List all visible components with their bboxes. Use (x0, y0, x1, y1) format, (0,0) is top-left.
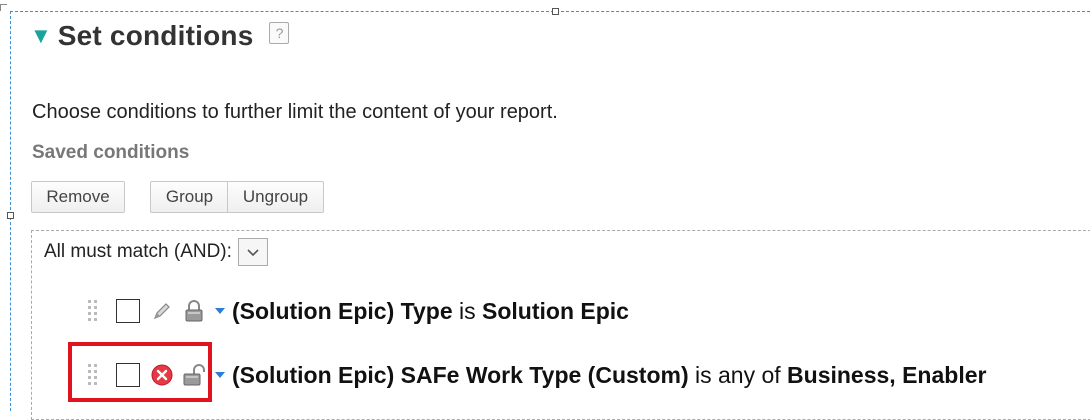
resize-handle-top[interactable] (552, 8, 559, 15)
condition-row: (Solution Epic) SAFe Work Type (Custom) … (84, 357, 986, 393)
section-header[interactable]: ▼ Set conditions ? (30, 18, 290, 54)
section-description: Choose conditions to further limit the c… (32, 101, 558, 123)
condition-field: (Solution Epic) SAFe Work Type (Custom) (232, 361, 689, 388)
condition-operator: is (459, 297, 476, 324)
condition-operator: is any of (695, 361, 781, 388)
highlight-box (68, 342, 212, 402)
match-mode-dropdown[interactable] (237, 238, 268, 266)
row-checkbox[interactable] (116, 299, 140, 323)
condition-field: (Solution Epic) Type (232, 297, 453, 324)
condition-text[interactable]: (Solution Epic) SAFe Work Type (Custom) … (232, 362, 986, 389)
match-mode-label: All must match (AND): (44, 241, 232, 262)
collapse-triangle-icon[interactable]: ▼ (30, 25, 52, 47)
match-mode: All must match (AND): (44, 238, 268, 266)
ungroup-button[interactable]: Ungroup (227, 181, 324, 213)
selection-frame-top (10, 11, 1090, 12)
group-button[interactable]: Group (150, 181, 228, 213)
caret-down-icon[interactable] (214, 305, 226, 317)
chevron-down-icon (247, 248, 259, 256)
condition-value: Business, Enabler (787, 361, 987, 388)
remove-button[interactable]: Remove (31, 181, 125, 213)
help-icon[interactable]: ? (269, 22, 290, 44)
caret-down-icon[interactable] (214, 369, 226, 381)
section-title: Set conditions (57, 20, 254, 51)
condition-text[interactable]: (Solution Epic) Type is Solution Epic (232, 298, 629, 325)
pencil-icon[interactable] (150, 298, 174, 324)
condition-value: Solution Epic (482, 297, 629, 324)
drag-handle-icon[interactable] (84, 298, 102, 324)
corner-tick (0, 4, 7, 11)
saved-conditions-label: Saved conditions (32, 142, 190, 163)
selection-frame-left (10, 11, 11, 411)
condition-row: (Solution Epic) Type is Solution Epic (84, 293, 629, 329)
lock-icon[interactable] (182, 298, 206, 324)
resize-handle-left[interactable] (7, 212, 14, 219)
